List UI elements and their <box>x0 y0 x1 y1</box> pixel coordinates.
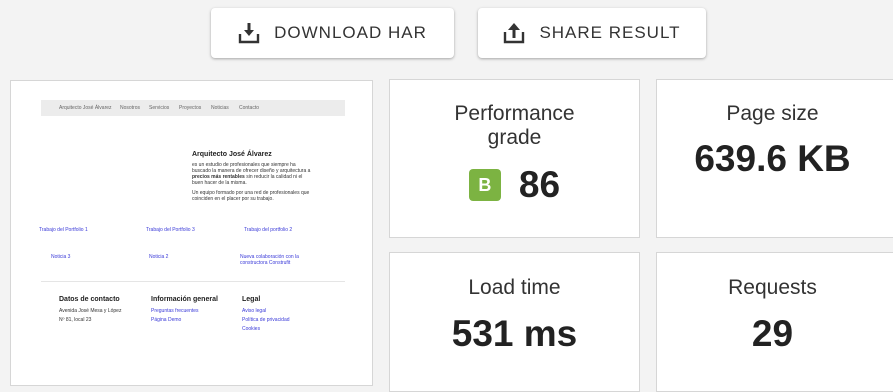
preview-legal-title: Legal <box>242 296 261 303</box>
preview-portfolio-link: Trabajo del Portfolio 3 <box>146 227 195 233</box>
requests-value: 29 <box>751 313 794 354</box>
preview-portfolio-link: Trabajo del Portfolio 1 <box>39 227 88 233</box>
download-har-label: DOWNLOAD HAR <box>274 23 427 42</box>
load-time-card: Load time 531 ms <box>389 252 640 392</box>
preview-hero-text: coinciden en el placer por su trabajo. <box>192 196 274 202</box>
share-result-button[interactable]: SHARE RESULT <box>478 8 706 58</box>
preview-legal-link: Aviso legal <box>242 308 267 314</box>
grade-badge: B <box>468 169 501 201</box>
preview-contact-title: Datos de contacto <box>59 296 120 303</box>
preview-portfolio-link: Trabajo del portfolio 2 <box>244 227 293 233</box>
preview-hero-rest: sin reducir la calidad ni el <box>244 174 303 180</box>
grade-row: B 86 <box>390 164 639 206</box>
preview-nav-item: Nosotros <box>120 105 141 111</box>
load-time-value: 531 ms <box>451 313 578 354</box>
preview-legal-link: Cookies <box>242 326 261 332</box>
load-time-label: Load time <box>468 276 561 299</box>
share-icon <box>504 23 525 44</box>
preview-hero-title: Arquitecto José Álvarez <box>192 151 272 158</box>
preview-news-link: constructora Construfit <box>240 260 291 266</box>
performance-label-line: grade <box>487 126 542 149</box>
performance-grade-card: Performance grade B 86 <box>389 79 640 238</box>
preview-nav-item: Contacto <box>239 105 260 111</box>
requests-card: Requests 29 <box>656 252 893 392</box>
performance-label-line: Performance <box>454 102 575 125</box>
page-size-label: Page size <box>726 102 819 125</box>
download-icon <box>238 23 260 44</box>
preview-brand: Arquitecto José Álvarez <box>59 105 112 111</box>
preview-info-link: Página Demo <box>151 317 182 323</box>
page-size-card: Page size 639.6 KB <box>656 79 893 238</box>
preview-nav-item: Proyectos <box>179 105 202 111</box>
preview-hero-text: buen hacer de la misma. <box>192 180 247 186</box>
share-result-label: SHARE RESULT <box>539 23 681 42</box>
preview-contact-line: Avenida José Mesa y López <box>59 308 122 314</box>
page-screenshot-preview: Arquitecto José Álvarez Nosotros Servici… <box>10 80 373 386</box>
preview-news-link: Noticia 3 <box>51 254 71 260</box>
preview-news-link: Noticia 2 <box>149 254 169 260</box>
download-har-button[interactable]: DOWNLOAD HAR <box>211 8 454 58</box>
preview-nav-item: Servicios <box>149 105 170 111</box>
performance-grade-label: Performance grade <box>390 102 639 150</box>
preview-info-title: Información general <box>151 296 218 303</box>
requests-label: Requests <box>728 276 817 299</box>
preview-nav-item: Noticias <box>211 105 229 111</box>
preview-legal-link: Política de privacidad <box>242 317 290 323</box>
grade-score: 86 <box>518 164 561 205</box>
preview-divider <box>41 281 345 282</box>
preview-navbar: Arquitecto José Álvarez Nosotros Servici… <box>41 100 345 116</box>
preview-info-link: Preguntas frecuentes <box>151 308 199 314</box>
page-size-value: 639.6 KB <box>694 138 851 179</box>
preview-contact-line: Nº 81, local 23 <box>59 317 92 323</box>
